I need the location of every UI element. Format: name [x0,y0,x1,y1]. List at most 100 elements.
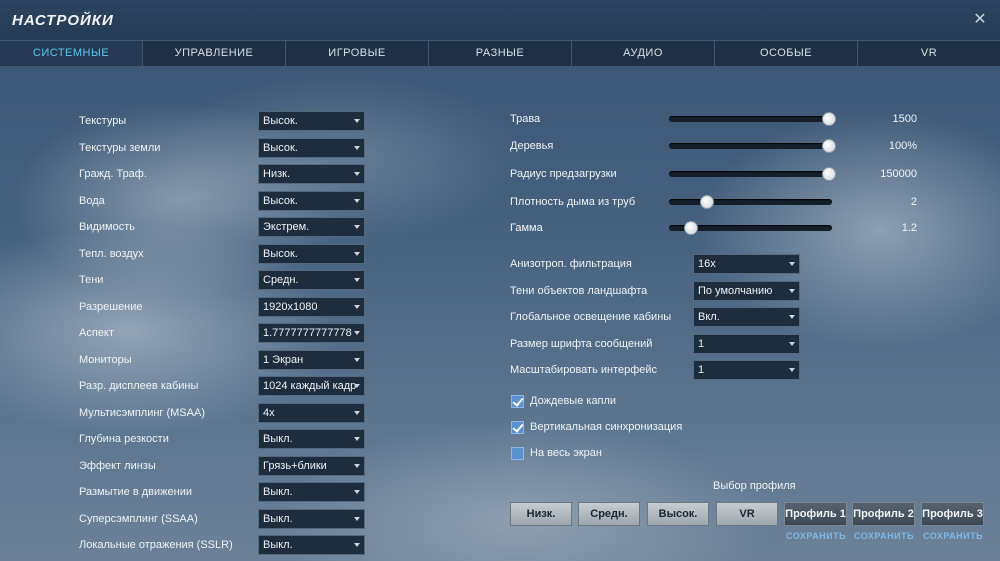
setting-dropdown[interactable]: Выкл. [258,535,365,555]
save-profile-link[interactable]: СОХРАНИТЬ [854,531,914,541]
tab-6[interactable]: ОСОБЫЕ [715,41,858,66]
setting-dropdown[interactable]: Низк. [258,164,365,184]
slider-value: 1500 [892,113,917,125]
setting-label: Эффект линзы [79,460,156,472]
tab-2[interactable]: УПРАВЛЕНИЕ [143,41,286,66]
profile-button[interactable]: Профиль 2 [852,502,915,526]
dropdown-value: 1 [698,364,705,376]
slider[interactable] [669,167,836,181]
slider-value: 2 [910,196,917,208]
slider[interactable] [669,221,834,235]
slider-label: Трава [510,113,541,125]
dropdown-value: Средн. [263,274,299,286]
setting-dropdown[interactable]: 1920x1080 [258,297,365,317]
chevron-down-icon [354,331,360,335]
slider-thumb[interactable] [822,139,836,153]
slider-track [669,199,832,205]
setting-dropdown[interactable]: 1 [693,334,800,354]
setting-label: Видимость [79,221,135,233]
slider-label: Гамма [510,222,543,234]
checkbox[interactable] [511,421,524,434]
setting-label: Глубина резкости [79,433,169,445]
slider[interactable] [669,112,836,126]
slider-thumb[interactable] [684,221,698,235]
preset-button[interactable]: Низк. [510,502,572,526]
tab-7[interactable]: VR [858,41,1000,66]
slider[interactable] [669,195,834,209]
checkbox[interactable] [511,395,524,408]
setting-label: Размер шрифта сообщений [510,338,653,350]
setting-dropdown[interactable]: Выкл. [258,429,365,449]
tab-1[interactable]: СИСТЕМНЫЕ [0,41,143,66]
setting-label: Суперсэмплинг (SSAA) [79,513,198,525]
profile-button[interactable]: Профиль 1 [784,502,847,526]
setting-dropdown[interactable]: По умолчанию [693,281,800,301]
chevron-down-icon [354,490,360,494]
preset-button[interactable]: Средн. [578,502,640,526]
tab-3[interactable]: ИГРОВЫЕ [286,41,429,66]
setting-dropdown[interactable]: Высок. [258,138,365,158]
profile-button[interactable]: Профиль 3 [921,502,984,526]
setting-dropdown[interactable]: 1.7777777777778 [258,323,365,343]
setting-dropdown[interactable]: 4x [258,403,365,423]
title-bar: НАСТРОЙКИ ✕ [0,0,1000,40]
dropdown-value: Грязь+блики [263,460,327,472]
setting-dropdown[interactable]: 1024 каждый кадр [258,376,365,396]
dropdown-value: Вкл. [698,311,720,323]
slider-track [669,143,832,149]
tab-bar: СИСТЕМНЫЕ УПРАВЛЕНИЕ ИГРОВЫЕ РАЗНЫЕ АУДИО ОСО… [0,40,1000,67]
dropdown-value: 1.7777777777778 [263,327,352,339]
checkbox[interactable] [511,447,524,460]
save-profile-link[interactable]: СОХРАНИТЬ [786,531,846,541]
preset-button[interactable]: VR [716,502,778,526]
setting-dropdown[interactable]: Выкл. [258,509,365,529]
setting-dropdown[interactable]: Высок. [258,191,365,211]
slider-value: 150000 [880,168,917,180]
chevron-down-icon [354,225,360,229]
chevron-down-icon [354,305,360,309]
tab-4[interactable]: РАЗНЫЕ [429,41,572,66]
setting-label: Тепл. воздух [79,248,144,260]
slider-label: Радиус предзагрузки [510,168,617,180]
setting-dropdown[interactable]: Экстрем. [258,217,365,237]
dropdown-value: 1 Экран [263,354,304,366]
setting-dropdown[interactable]: Средн. [258,270,365,290]
slider-thumb[interactable] [822,112,836,126]
chevron-down-icon [789,262,795,266]
chevron-down-icon [789,315,795,319]
close-icon[interactable]: ✕ [970,10,990,30]
dropdown-value: Выкл. [263,486,293,498]
setting-dropdown[interactable]: Высок. [258,244,365,264]
preset-button[interactable]: Высок. [647,502,709,526]
setting-dropdown[interactable]: 1 [693,360,800,380]
chevron-down-icon [354,384,360,388]
profile-title: Выбор профиля [713,480,796,492]
setting-label: Мониторы [79,354,132,366]
dropdown-value: Экстрем. [263,221,310,233]
slider-thumb[interactable] [700,195,714,209]
page-title: НАСТРОЙКИ [12,12,114,29]
setting-dropdown[interactable]: Вкл. [693,307,800,327]
slider[interactable] [669,139,836,153]
setting-label: Вода [79,195,105,207]
slider-label: Деревья [510,140,554,152]
setting-dropdown[interactable]: Выкл. [258,482,365,502]
dropdown-value: Низк. [263,168,291,180]
checkbox-label: На весь экран [530,447,602,459]
setting-label: Тени [79,274,104,286]
chevron-down-icon [354,199,360,203]
tab-5[interactable]: АУДИО [572,41,715,66]
chevron-down-icon [789,289,795,293]
save-profile-link[interactable]: СОХРАНИТЬ [923,531,983,541]
checkbox-label: Дождевые капли [530,395,617,407]
setting-label: Тени объектов ландшафта [510,285,648,297]
slider-thumb[interactable] [822,167,836,181]
setting-dropdown[interactable]: Высок. [258,111,365,131]
setting-dropdown[interactable]: 1 Экран [258,350,365,370]
setting-label: Текстуры [79,115,127,127]
slider-label: Плотность дыма из труб [510,196,636,208]
dropdown-value: Высок. [263,142,298,154]
setting-dropdown[interactable]: Грязь+блики [258,456,365,476]
setting-label: Разр. дисплеев кабины [79,380,199,392]
setting-dropdown[interactable]: 16x [693,254,800,274]
